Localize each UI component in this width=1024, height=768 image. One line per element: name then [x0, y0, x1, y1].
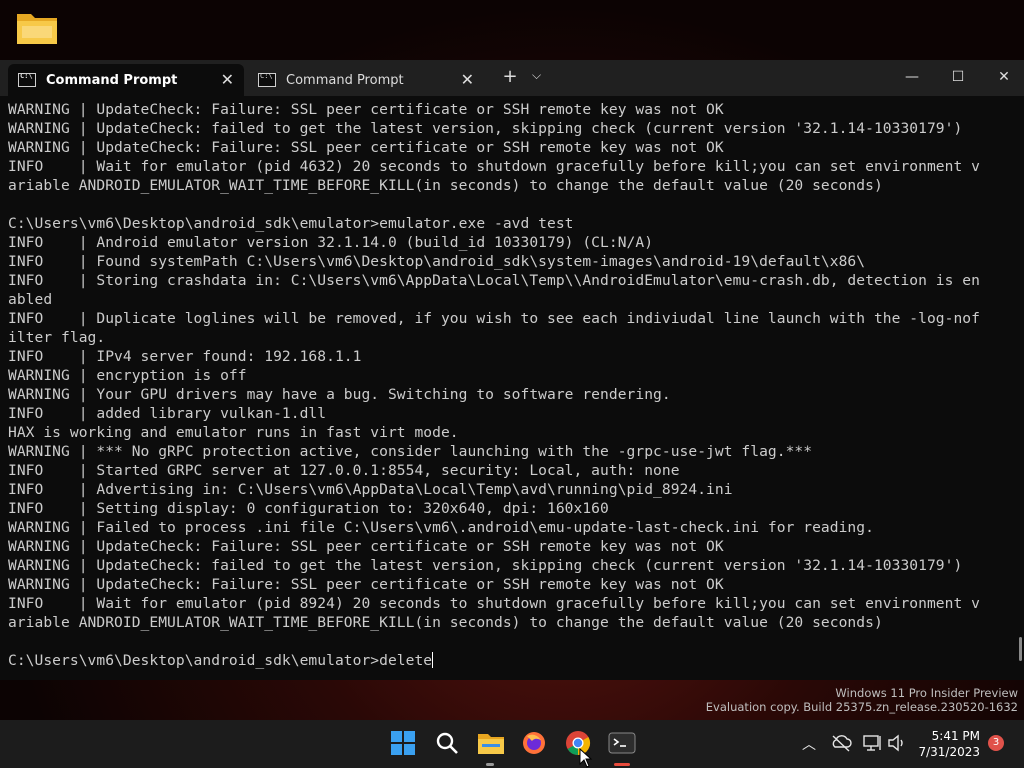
terminal-line: HAX is working and emulator runs in fast…	[8, 424, 459, 441]
search-icon[interactable]	[434, 730, 462, 758]
clock-time: 5:41 PM	[931, 729, 980, 743]
command-input[interactable]: delete	[379, 652, 432, 669]
running-indicator	[486, 763, 494, 766]
onedrive-offline-icon[interactable]	[830, 732, 858, 760]
prompt-line[interactable]: C:\Users\vm6\Desktop\android_sdk\emulato…	[8, 651, 1013, 670]
terminal-line: INFO | Setting display: 0 configuration …	[8, 500, 609, 517]
folder-icon[interactable]	[14, 8, 64, 52]
terminal-line: C:\Users\vm6\Desktop\android_sdk\emulato…	[8, 215, 574, 232]
terminal-line: INFO | Found systemPath C:\Users\vm6\Des…	[8, 253, 866, 270]
scrollbar-thumb[interactable]	[1019, 637, 1022, 661]
firefox-icon[interactable]	[521, 730, 549, 758]
cmd-icon	[18, 72, 36, 87]
watermark-line-1: Windows 11 Pro Insider Preview	[835, 686, 1018, 700]
terminal-line: ariable ANDROID_EMULATOR_WAIT_TIME_BEFOR…	[8, 614, 883, 631]
terminal-line: INFO | added library vulkan-1.dll	[8, 405, 327, 422]
text-cursor	[432, 652, 434, 668]
terminal-line: INFO | Android emulator version 32.1.14.…	[8, 234, 654, 251]
cmd-icon	[258, 72, 276, 87]
tab-label: Command Prompt	[46, 72, 178, 88]
terminal-line: INFO | Advertising in: C:\Users\vm6\AppD…	[8, 481, 733, 498]
terminal-line: WARNING | *** No gRPC protection active,…	[8, 443, 813, 460]
close-window-button[interactable]: ✕	[986, 64, 1022, 90]
terminal-output[interactable]: WARNING | UpdateCheck: Failure: SSL peer…	[8, 100, 1013, 678]
clock-date: 7/31/2023	[918, 745, 980, 759]
start-icon[interactable]	[390, 730, 418, 758]
terminal-line: WARNING | UpdateCheck: failed to get the…	[8, 557, 963, 574]
terminal-line: ariable ANDROID_EMULATOR_WAIT_TIME_BEFOR…	[8, 177, 883, 194]
terminal-line: abled	[8, 291, 53, 308]
terminal-line: INFO | Wait for emulator (pid 4632) 20 s…	[8, 158, 980, 175]
watermark-line-2: Evaluation copy. Build 25375.zn_release.…	[705, 700, 1018, 714]
file-explorer-icon[interactable]	[477, 730, 505, 758]
terminal-line: INFO | IPv4 server found: 192.168.1.1	[8, 348, 362, 365]
tab-command-prompt-active[interactable]: Command Prompt ✕	[8, 64, 244, 96]
close-tab-icon[interactable]: ✕	[461, 70, 474, 89]
notification-badge[interactable]: 3	[988, 735, 1004, 751]
terminal-line: WARNING | UpdateCheck: Failure: SSL peer…	[8, 538, 724, 555]
mouse-cursor-icon	[579, 748, 593, 768]
close-tab-icon[interactable]: ✕	[221, 70, 234, 89]
evaluation-watermark: Windows 11 Pro Insider Preview Evaluatio…	[706, 686, 1018, 714]
terminal-line: WARNING | UpdateCheck: failed to get the…	[8, 120, 963, 137]
terminal-line: INFO | Storing crashdata in: C:\Users\vm…	[8, 272, 980, 289]
tab-bar: Command Prompt ✕ Command Prompt ✕ + ⌵ — …	[0, 60, 1024, 96]
terminal-line: INFO | Duplicate loglines will be remove…	[8, 310, 980, 327]
terminal-line: WARNING | UpdateCheck: Failure: SSL peer…	[8, 101, 724, 118]
volume-icon[interactable]	[886, 732, 914, 760]
tab-label: Command Prompt	[286, 72, 404, 88]
clock[interactable]: 5:41 PM 7/31/2023	[918, 728, 980, 760]
terminal-line: WARNING | Your GPU drivers may have a bu…	[8, 386, 671, 403]
minimize-button[interactable]: —	[894, 64, 930, 90]
terminal-line: ilter flag.	[8, 329, 106, 346]
show-hidden-icons-button[interactable]: ︿	[802, 734, 816, 754]
tab-command-prompt[interactable]: Command Prompt ✕	[248, 64, 484, 96]
terminal-line: WARNING | UpdateCheck: Failure: SSL peer…	[8, 576, 724, 593]
maximize-button[interactable]: ☐	[940, 64, 976, 90]
terminal-line: WARNING | Failed to process .ini file C:…	[8, 519, 874, 536]
prompt-path: C:\Users\vm6\Desktop\android_sdk\emulato…	[8, 652, 380, 669]
active-app-indicator	[614, 763, 630, 766]
terminal-line: INFO | Started GRPC server at 127.0.0.1:…	[8, 462, 680, 479]
new-tab-button[interactable]: +	[500, 66, 520, 87]
terminal-line: INFO | Wait for emulator (pid 8924) 20 s…	[8, 595, 980, 612]
terminal-window: Command Prompt ✕ Command Prompt ✕ + ⌵ — …	[0, 60, 1024, 680]
terminal-line: WARNING | encryption is off	[8, 367, 247, 384]
taskbar: ︿ 5:41 PM 7/31/2023 3	[0, 720, 1024, 768]
tab-dropdown-button[interactable]: ⌵	[532, 68, 541, 83]
terminal-icon[interactable]	[608, 730, 636, 758]
terminal-line: WARNING | UpdateCheck: Failure: SSL peer…	[8, 139, 724, 156]
